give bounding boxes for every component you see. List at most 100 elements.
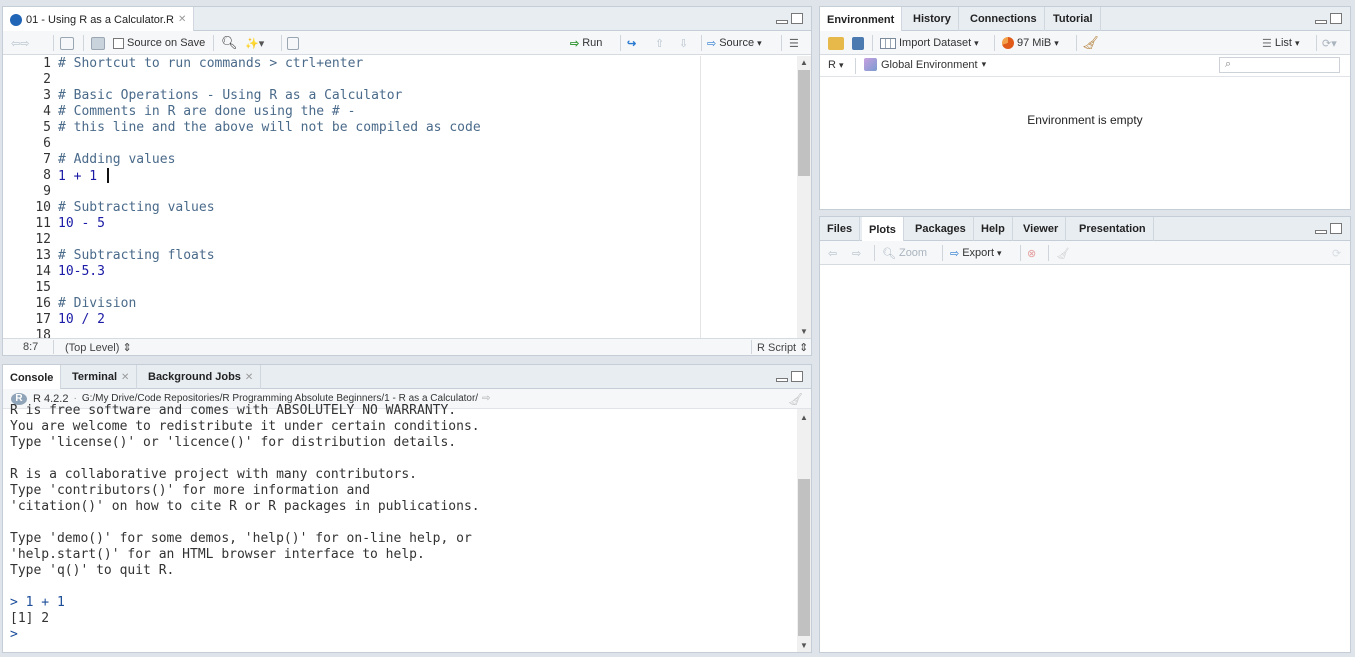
list-view-button[interactable]: ☰ List ▾ (1262, 35, 1300, 51)
code-editor[interactable]: # Shortcut to run commands > ctrl+enter #… (58, 56, 791, 338)
language-dropdown[interactable]: R ▾ (828, 59, 844, 71)
scroll-thumb[interactable] (798, 479, 810, 636)
refresh-icon[interactable]: ⟳▾ (1322, 35, 1337, 51)
scroll-down-icon[interactable]: ▼ (800, 641, 808, 650)
go-up-icon[interactable]: ⇧ (655, 35, 664, 51)
tab-source-file[interactable]: 01 - Using R as a Calculator.R ✕ (3, 7, 195, 32)
memory-usage-button[interactable]: 97 MiB ▾ (1002, 35, 1059, 51)
close-icon[interactable]: ✕ (121, 372, 129, 383)
source-button[interactable]: ⇨ Source ▾ (707, 35, 762, 51)
tab-files[interactable]: Files (820, 217, 861, 241)
code-line-text: # Adding values (58, 152, 176, 167)
plots-pane: Files Plots Packages Help Viewer Present… (819, 216, 1351, 653)
r-file-icon (10, 13, 22, 26)
code-line: # Division (58, 296, 791, 312)
scroll-up-icon[interactable]: ▲ (800, 58, 808, 67)
export-button[interactable]: ⇨ Export ▾ (950, 245, 1002, 261)
minimize-icon[interactable] (1315, 230, 1327, 234)
compile-report-icon[interactable] (287, 35, 299, 51)
list-label: List (1274, 37, 1292, 49)
console-line: Type 'q()' to quit R. (10, 563, 175, 578)
file-type-dropdown[interactable]: R Script ⇕ (757, 341, 808, 354)
source-arrow-icon: ⇨ (707, 37, 717, 50)
export-icon: ⇨ (950, 247, 960, 260)
code-line-text: # Comments in R are done using the # - (58, 104, 356, 119)
scope-dropdown[interactable]: Global Environment ▾ (864, 58, 986, 71)
zoom-button[interactable]: 🔍︎ Zoom (882, 245, 927, 261)
environment-search-input[interactable]: ⌕ (1219, 57, 1340, 73)
tab-tutorial[interactable]: Tutorial (1046, 7, 1101, 31)
line-number-gutter: 1 2 3 4 5 6 7 8 9 10 11 12 13 14 15 16 17 18 (3, 56, 51, 343)
remove-plot-icon[interactable]: ⊗ (1027, 245, 1036, 261)
scroll-down-icon[interactable]: ▼ (800, 327, 808, 336)
code-line-text: # Subtracting values (58, 200, 215, 215)
tab-connections[interactable]: Connections (963, 7, 1045, 31)
line-number: 15 (35, 280, 51, 295)
tab-viewer[interactable]: Viewer (1016, 217, 1067, 241)
previous-plot-icon[interactable]: ⇦ (828, 245, 837, 261)
save-icon[interactable] (91, 35, 105, 51)
console-line: > (10, 627, 26, 642)
back-arrow-icon[interactable]: ⇦⇨ (11, 35, 29, 51)
chevron-down-icon: ▾ (974, 37, 979, 48)
source-on-save-label: Source on Save (127, 37, 206, 49)
line-number: 5 (43, 120, 51, 135)
outline-icon[interactable]: ☰ (789, 35, 799, 51)
console-scrollbar[interactable]: ▲ ▼ (797, 409, 811, 652)
tab-environment[interactable]: Environment (820, 7, 903, 32)
close-icon[interactable]: ✕ (245, 372, 253, 383)
refresh-icon[interactable]: ⟳ (1332, 245, 1341, 261)
plots-toolbar: ⇦ ⇨ 🔍︎ Zoom ⇨ Export ▾ ⊗ 🧹︎ ⟳ (820, 241, 1350, 265)
line-number: 16 (35, 296, 51, 311)
show-in-window-icon[interactable] (60, 35, 74, 51)
minimize-icon[interactable] (776, 378, 788, 382)
open-folder-icon[interactable] (828, 35, 844, 51)
run-button[interactable]: ⇨ Run (570, 35, 602, 51)
clear-plots-icon[interactable]: 🧹︎ (1056, 245, 1070, 261)
close-icon[interactable]: ✕ (178, 14, 186, 25)
rerun-icon[interactable]: ↪ (627, 35, 636, 51)
memory-label: 97 MiB (1017, 37, 1052, 49)
tab-help[interactable]: Help (974, 217, 1013, 241)
minimize-icon[interactable] (776, 20, 788, 24)
tab-console[interactable]: Console (3, 365, 62, 390)
search-icon[interactable]: 🔍︎ (221, 35, 238, 51)
file-type-label: R Script (757, 342, 797, 354)
minimize-icon[interactable] (1315, 20, 1327, 24)
code-tools-icon[interactable]: ✨▾ (245, 35, 264, 51)
save-icon[interactable] (852, 35, 864, 51)
maximize-icon[interactable] (791, 371, 803, 382)
console-line: You are welcome to redistribute it under… (10, 419, 480, 434)
scroll-thumb[interactable] (798, 70, 810, 176)
tab-terminal[interactable]: Terminal ✕ (65, 365, 138, 389)
scroll-up-icon[interactable]: ▲ (800, 413, 808, 422)
line-number: 17 (35, 312, 51, 327)
maximize-icon[interactable] (1330, 223, 1342, 234)
code-line: # Comments in R are done using the # - (58, 104, 791, 120)
tab-environment-label: Environment (827, 13, 895, 26)
go-down-icon[interactable]: ⇩ (679, 35, 688, 51)
console-output[interactable]: R is free software and comes with ABSOLU… (10, 403, 791, 652)
tab-history[interactable]: History (906, 7, 959, 31)
maximize-icon[interactable] (1330, 13, 1342, 24)
tab-presentation[interactable]: Presentation (1072, 217, 1154, 241)
import-dataset-button[interactable]: Import Dataset ▾ (880, 35, 979, 51)
source-on-save-checkbox[interactable]: Source on Save (113, 35, 205, 51)
tab-packages[interactable]: Packages (908, 217, 974, 241)
next-plot-icon[interactable]: ⇨ (852, 245, 861, 261)
tab-background-jobs[interactable]: Background Jobs ✕ (141, 365, 262, 389)
tab-plots[interactable]: Plots (862, 217, 904, 242)
code-line-text: # Division (58, 296, 137, 311)
line-number: 2 (43, 72, 51, 87)
plots-window-controls (1315, 223, 1342, 234)
maximize-icon[interactable] (791, 13, 803, 24)
editor-scrollbar[interactable]: ▲ ▼ (797, 56, 811, 338)
line-number: 3 (43, 88, 51, 103)
clear-objects-icon[interactable]: 🧹︎ (1082, 35, 1099, 51)
tab-background-jobs-label: Background Jobs (148, 371, 241, 383)
scope-dropdown[interactable]: (Top Level) ⇕ (65, 341, 132, 354)
